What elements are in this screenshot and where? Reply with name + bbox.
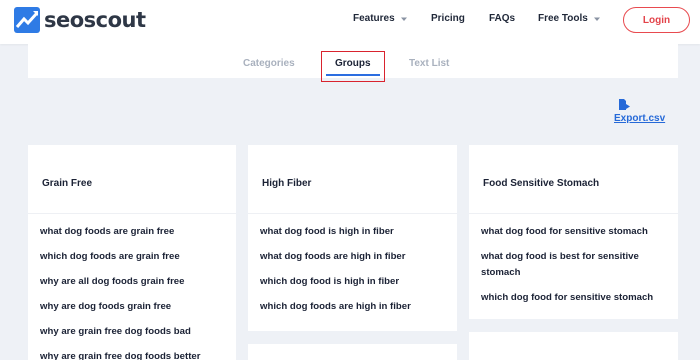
keyword-item: why are grain free dog foods better: [40, 351, 201, 360]
divider: [248, 213, 457, 214]
keyword-item: what dog foods are high in fiber: [260, 251, 406, 262]
keyword-item: why are grain free dog foods bad: [40, 326, 191, 337]
nav-faqs-label: FAQs: [489, 13, 516, 24]
nav-free-tools[interactable]: Free Tools: [538, 13, 601, 24]
highlight-annotation: [321, 51, 385, 82]
export-csv-label: Export.csv: [614, 113, 666, 124]
logo[interactable]: seoscout: [14, 6, 146, 34]
chevron-down-icon: [593, 17, 600, 21]
group-card-next: [469, 332, 678, 360]
keyword-item: what dog food is best for sensitive stom…: [481, 251, 639, 278]
divider: [28, 213, 236, 214]
nav-features[interactable]: Features: [353, 13, 408, 24]
nav-pricing[interactable]: Pricing: [431, 13, 465, 24]
chevron-down-icon: [400, 17, 407, 21]
export-csv-link[interactable]: Export.csv: [614, 99, 665, 124]
group-title: Food Sensitive Stomach: [483, 178, 600, 189]
group-card-high-fiber: High Fiber what dog food is high in fibe…: [248, 145, 457, 331]
file-export-icon: [619, 99, 630, 110]
nav-pricing-label: Pricing: [431, 13, 465, 24]
keyword-item: which dog food for sensitive stomach: [481, 292, 654, 303]
keyword-item: what dog foods are grain free: [40, 226, 175, 237]
login-button[interactable]: Login: [623, 7, 690, 33]
tab-categories[interactable]: Categories: [243, 58, 295, 69]
keyword-item: which dog food is high in fiber: [260, 276, 400, 287]
keyword-item: why are all dog foods grain free: [40, 276, 185, 287]
divider: [469, 213, 678, 214]
nav-faqs[interactable]: FAQs: [489, 13, 515, 24]
keyword-item: which dog foods are grain free: [40, 251, 180, 262]
keyword-item: why are dog foods grain free: [40, 301, 172, 312]
nav-features-label: Features: [353, 13, 395, 24]
group-card-food-sensitive-stomach: Food Sensitive Stomach what dog food for…: [469, 145, 678, 319]
site-header: seoscout Features Pricing FAQs Free Tool…: [0, 0, 700, 44]
logo-chart-icon: [14, 7, 40, 33]
group-card-next: [248, 344, 457, 360]
group-title: High Fiber: [262, 178, 312, 189]
group-card-grain-free: Grain Free what dog foods are grain free…: [28, 145, 236, 360]
keyword-item: what dog food is high in fiber: [260, 226, 394, 237]
nav-free-tools-label: Free Tools: [538, 13, 588, 24]
keyword-item: what dog food for sensitive stomach: [481, 226, 648, 237]
keyword-item: which dog foods are high in fiber: [260, 301, 411, 312]
group-title: Grain Free: [42, 178, 93, 189]
tab-text-list[interactable]: Text List: [409, 58, 449, 69]
logo-text: seoscout: [44, 8, 146, 32]
